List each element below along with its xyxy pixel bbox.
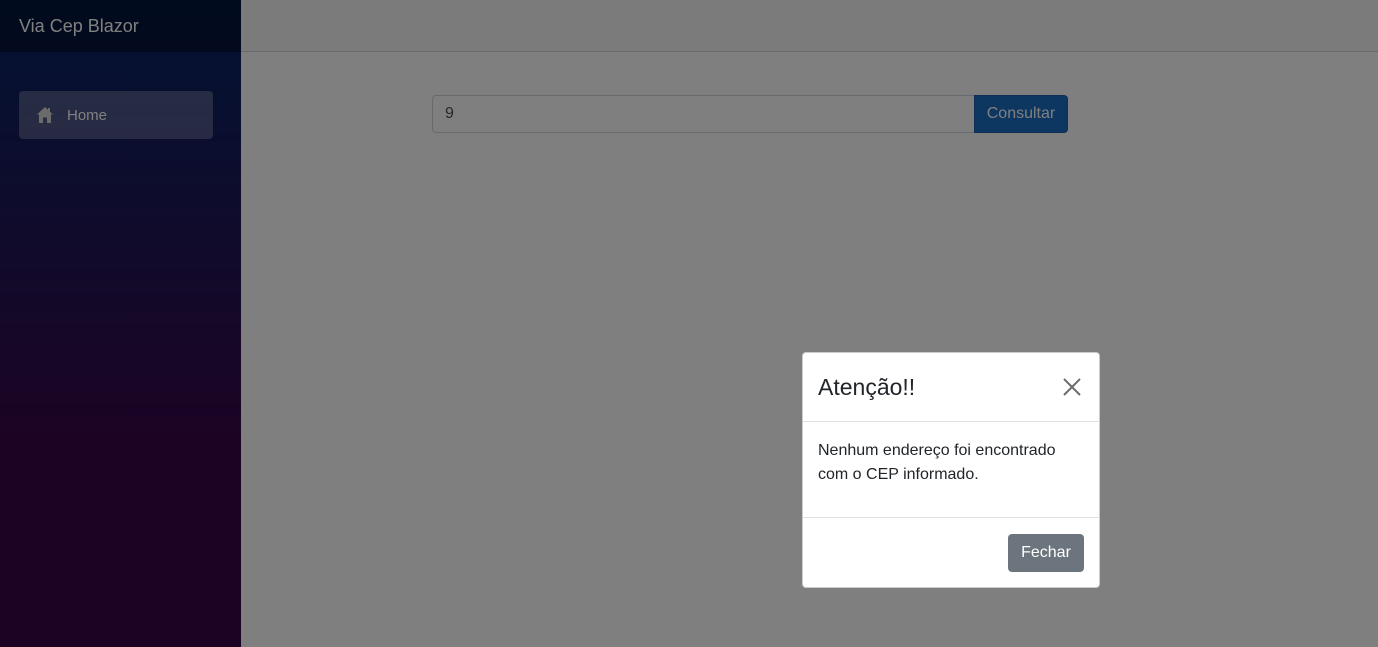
modal-message: Nenhum endereço foi encontrado com o CEP…: [818, 442, 1056, 483]
close-icon[interactable]: [1060, 375, 1084, 399]
modal-footer: Fechar: [803, 518, 1099, 587]
modal-backdrop[interactable]: [0, 0, 1378, 647]
modal-title: Atenção!!: [818, 373, 916, 400]
alert-modal: Atenção!! Nenhum endereço foi encontrado…: [802, 352, 1100, 588]
app-root: Via Cep Blazor Home Consultar Atenção!!: [0, 0, 1378, 647]
modal-header: Atenção!!: [803, 353, 1099, 422]
modal-body: Nenhum endereço foi encontrado com o CEP…: [803, 422, 1099, 518]
fechar-button[interactable]: Fechar: [1008, 533, 1084, 572]
